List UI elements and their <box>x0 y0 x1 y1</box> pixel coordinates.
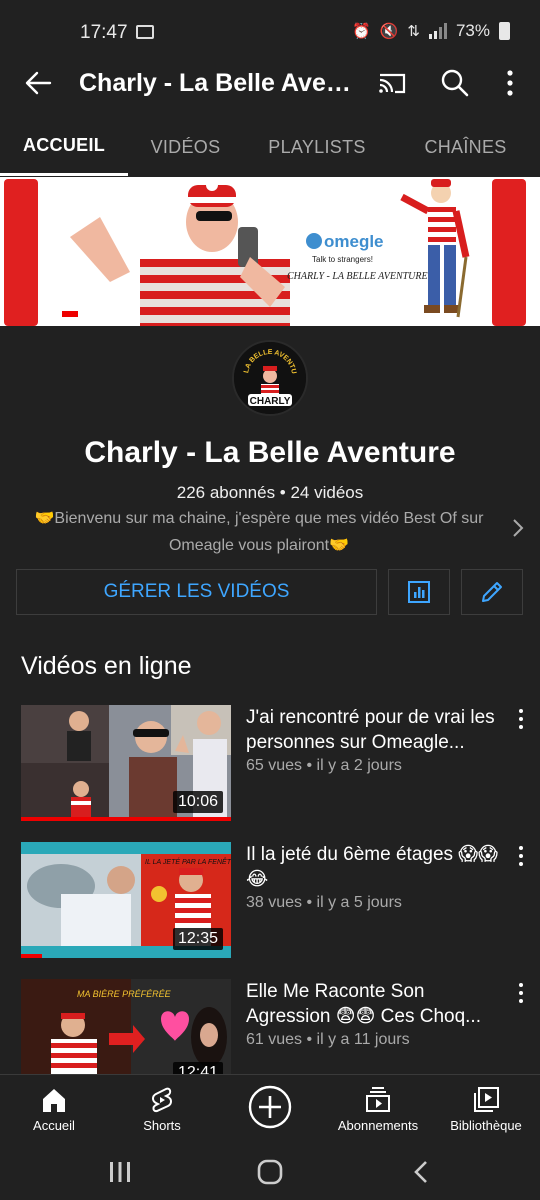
home-button-icon[interactable] <box>257 1159 283 1185</box>
system-back-icon[interactable] <box>412 1159 430 1185</box>
subscriptions-icon <box>366 1087 390 1112</box>
video-title[interactable]: J'ai rencontré pour de vrai les personne… <box>246 705 504 755</box>
battery-percent: 73% <box>455 21 490 40</box>
create-icon <box>248 1085 292 1129</box>
omegle-logo-text: omegle <box>324 232 384 251</box>
pencil-icon <box>482 582 502 602</box>
avatar-name: CHARLY <box>250 396 291 407</box>
channel-avatar[interactable]: LA BELLE AVENTURE CHARLY <box>232 340 308 416</box>
alarm-icon: ⏰ <box>352 23 371 40</box>
tab-accueil[interactable]: ACCUEIL <box>0 118 128 176</box>
bottom-navigation: Accueil Shorts Abonnements Bibliothèque <box>0 1074 540 1144</box>
nav-label: Accueil <box>33 1118 75 1133</box>
video-duration: 10:06 <box>172 791 223 813</box>
section-title: Vidéos en ligne <box>21 652 192 680</box>
nav-shorts[interactable]: Shorts <box>130 1075 194 1145</box>
channel-stats: 226 abonnés • 24 vidéos <box>176 483 364 502</box>
mute-icon: 🔇 <box>379 23 399 40</box>
tab-videos[interactable]: VIDÉOS <box>128 118 243 176</box>
home-icon <box>43 1089 65 1112</box>
analytics-button[interactable] <box>388 569 450 615</box>
channel-description[interactable]: 🤝Bienvenu sur ma chaine, j'espère que me… <box>12 505 506 559</box>
nav-label: Shorts <box>143 1118 181 1133</box>
back-arrow-icon[interactable] <box>20 66 56 100</box>
video-item[interactable]: 10:06 J'ai rencontré pour de vrai les pe… <box>21 705 526 823</box>
video-menu-icon[interactable] <box>516 846 526 866</box>
cast-icon[interactable] <box>375 66 409 100</box>
video-duration: 12:35 <box>172 928 223 950</box>
omegle-tagline: Talk to strangers! <box>312 255 373 264</box>
svg-text:IL LA JETÉ PAR LA FENÊTRE: IL LA JETÉ PAR LA FENÊTRE <box>145 857 231 866</box>
tab-chaines[interactable]: CHAÎNES <box>391 118 540 176</box>
video-thumbnail[interactable]: MA BIÈRE PRÉFÉRÉE 12:41 <box>21 979 231 1074</box>
nav-bibliotheque[interactable]: Bibliothèque <box>444 1075 528 1145</box>
video-duration: 12:41 <box>172 1062 223 1074</box>
banner-caption: CHARLY - LA BELLE AVENTURE <box>287 271 428 282</box>
search-icon[interactable] <box>438 66 472 100</box>
status-time: 17:47 <box>80 22 128 43</box>
nav-abonnements[interactable]: Abonnements <box>333 1075 423 1145</box>
tab-playlists[interactable]: PLAYLISTS <box>243 118 391 176</box>
video-meta: 61 vues • il y a 11 jours <box>246 1031 410 1048</box>
svg-text:MA BIÈRE PRÉFÉRÉE: MA BIÈRE PRÉFÉRÉE <box>77 989 172 999</box>
video-item[interactable]: IL LA JETÉ PAR LA FENÊTRE 12:35 Il la je… <box>21 842 526 960</box>
manage-videos-button[interactable]: GÉRER LES VIDÉOS <box>16 569 377 615</box>
battery-icon <box>499 22 510 40</box>
screenshot-notification-icon <box>136 25 154 39</box>
chevron-right-icon[interactable] <box>512 518 524 538</box>
channel-tabs: ACCUEIL VIDÉOS PLAYLISTS CHAÎNES <box>0 118 540 176</box>
shorts-icon <box>152 1087 172 1113</box>
app-bar: Charly - La Belle Aventure <box>0 52 540 114</box>
video-thumbnail[interactable]: 10:06 <box>21 705 231 821</box>
signal-icon <box>428 23 447 39</box>
channel-title: Charly - La Belle Aventure <box>84 436 456 469</box>
data-icon: ⇅ <box>407 23 420 40</box>
watch-progress-bar <box>21 954 42 958</box>
video-title[interactable]: Elle Me Raconte Son Agression 😨😨 Ces Cho… <box>246 979 504 1029</box>
video-meta: 38 vues • il y a 5 jours <box>246 894 402 911</box>
video-menu-icon[interactable] <box>516 983 526 1003</box>
channel-name-title: Charly - La Belle Aventure <box>79 69 364 97</box>
watch-progress-bar <box>21 817 231 821</box>
library-icon <box>474 1087 499 1112</box>
status-icons: ⏰ 🔇 ⇅ 73% <box>352 21 510 41</box>
video-title[interactable]: Il la jeté du 6ème étages 😱😱😂 <box>246 842 504 892</box>
system-navigation-bar <box>0 1144 540 1200</box>
nav-accueil[interactable]: Accueil <box>22 1075 86 1145</box>
recent-apps-icon[interactable] <box>108 1160 132 1184</box>
analytics-icon <box>408 581 430 603</box>
video-meta: 65 vues • il y a 2 jours <box>246 757 402 774</box>
video-menu-icon[interactable] <box>516 709 526 729</box>
channel-banner: omegle Talk to strangers! CHARLY - LA BE… <box>0 177 540 326</box>
nav-label: Abonnements <box>337 1118 419 1133</box>
video-thumbnail[interactable]: IL LA JETÉ PAR LA FENÊTRE 12:35 <box>21 842 231 958</box>
nav-label: Bibliothèque <box>450 1118 522 1133</box>
edit-channel-button[interactable] <box>461 569 523 615</box>
nav-create[interactable] <box>246 1075 294 1145</box>
more-options-icon[interactable] <box>493 66 527 100</box>
